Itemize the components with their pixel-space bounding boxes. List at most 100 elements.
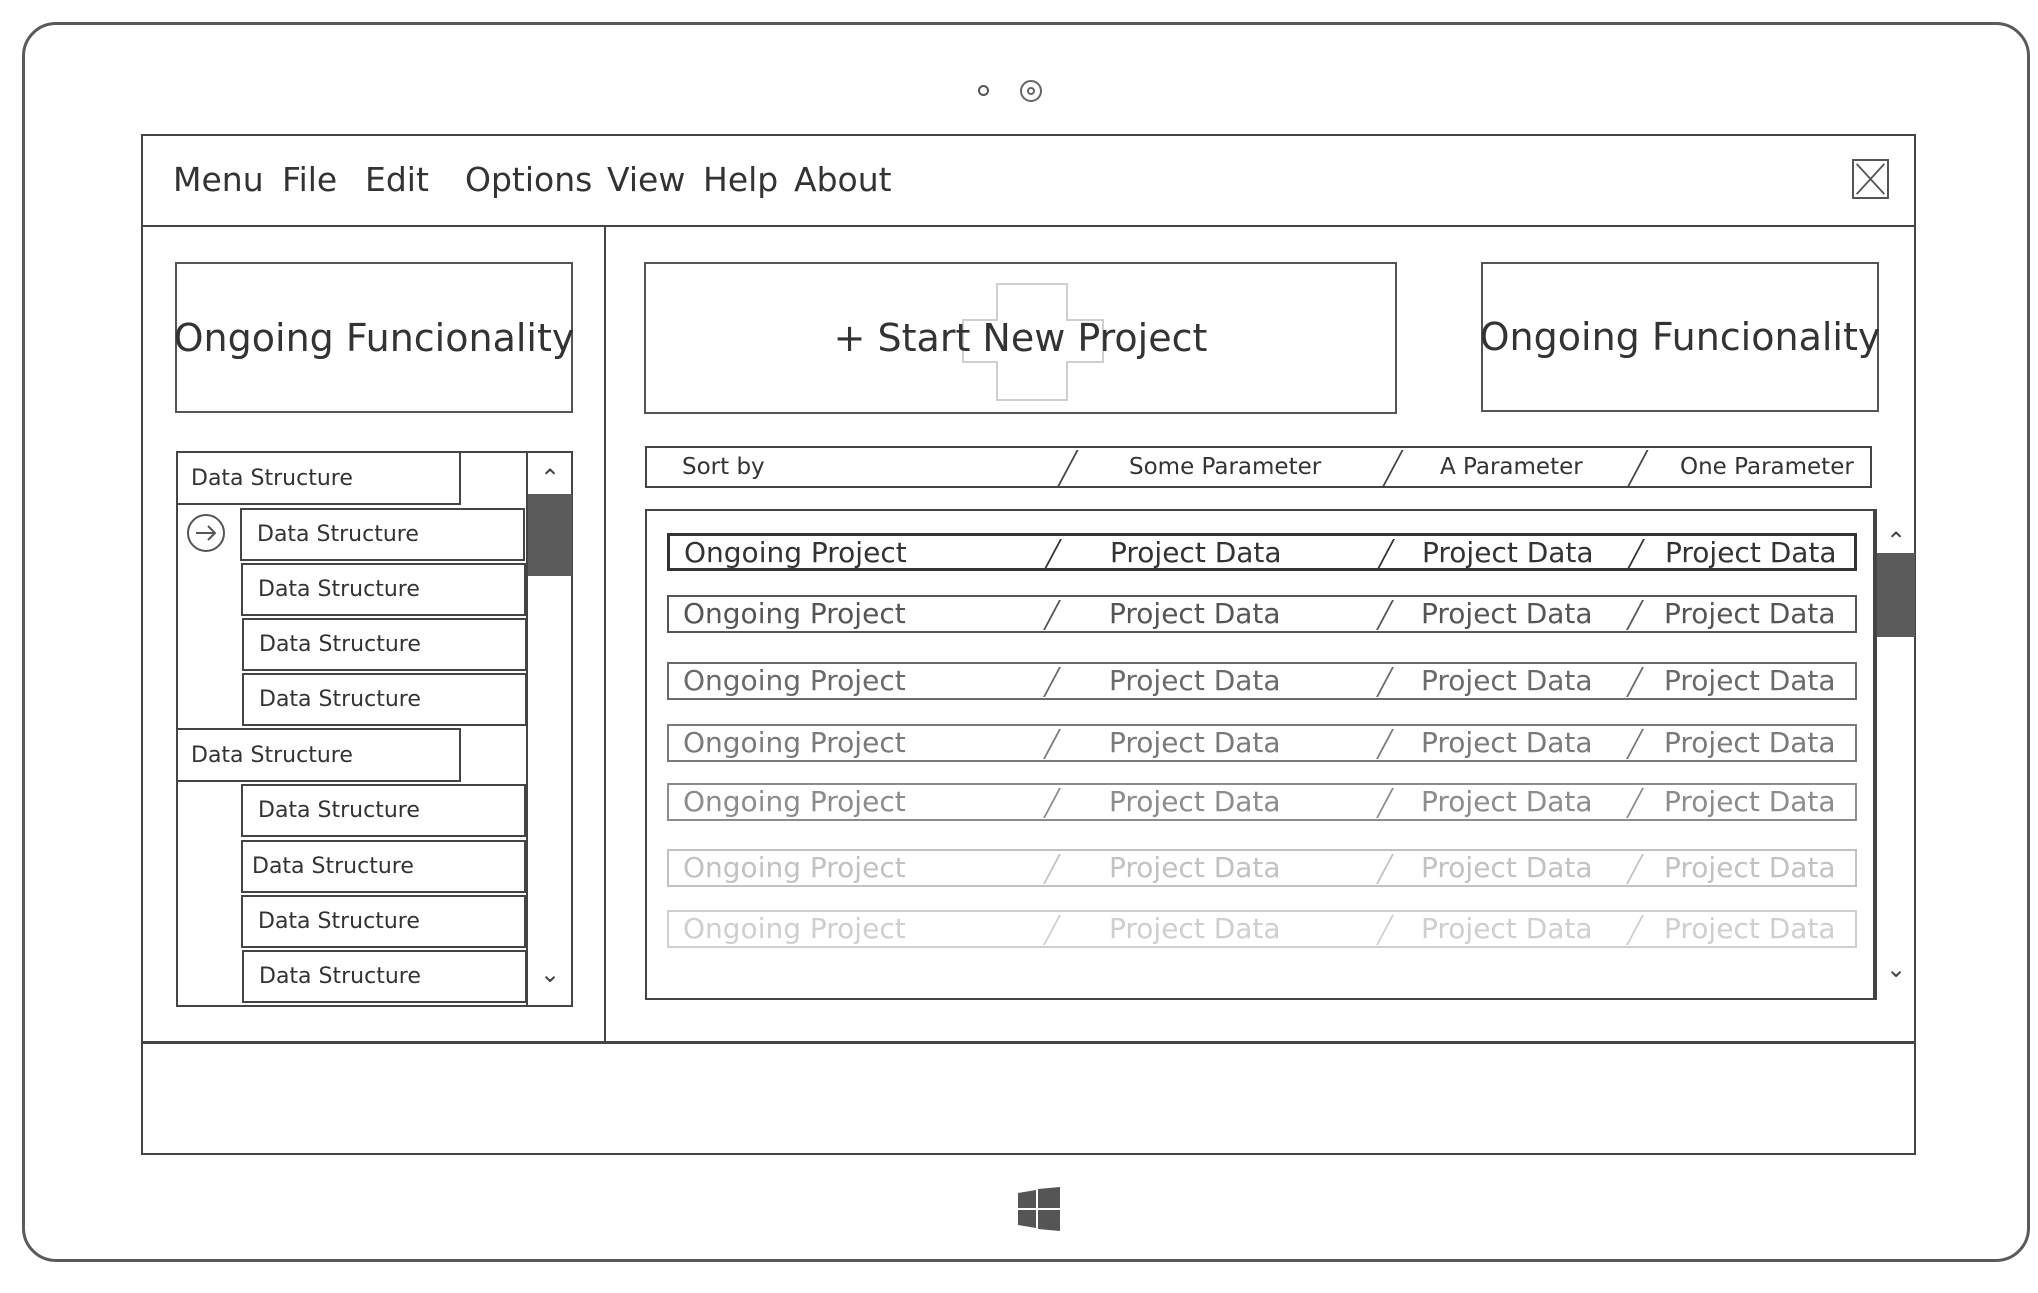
menu-item-about[interactable]: About (794, 150, 892, 210)
column-separator (1626, 788, 1644, 818)
column-separator (1043, 788, 1061, 818)
column-separator (1376, 600, 1394, 630)
right-ongoing-functionality-button[interactable]: Ongoing Funcionality (1479, 262, 1881, 412)
column-separator (1626, 729, 1644, 759)
project-data-cell: Project Data (1422, 536, 1594, 569)
column-separator (1043, 667, 1061, 697)
tree-child-item[interactable]: Data Structure (242, 618, 527, 671)
menu-item-view[interactable]: View (607, 150, 685, 210)
scroll-up-icon[interactable]: ⌃ (1877, 527, 1915, 555)
sort-option[interactable]: Some Parameter (1129, 448, 1321, 486)
tree-group-parent[interactable]: Data Structure (176, 451, 461, 505)
start-new-project-label: + Start New Project (833, 316, 1208, 360)
left-ongoing-functionality-button[interactable]: Ongoing Funcionality (173, 262, 575, 413)
project-data-cell: Project Data (1421, 912, 1593, 945)
project-data-cell: Project Data (1109, 597, 1281, 630)
project-data-cell: Project Data (1421, 597, 1593, 630)
project-data-cell: Project Data (1421, 664, 1593, 697)
column-separator (1626, 667, 1644, 697)
sort-separator (1627, 450, 1649, 486)
sort-option[interactable]: One Parameter (1680, 448, 1854, 486)
project-data-cell: Project Data (1664, 785, 1836, 818)
column-separator (1043, 729, 1061, 759)
scroll-up-icon[interactable]: ⌃ (528, 464, 572, 494)
project-data-cell: Project Data (1421, 785, 1593, 818)
project-name: Ongoing Project (683, 726, 906, 759)
project-data-cell: Project Data (1109, 851, 1281, 884)
tree-child-item[interactable]: Data Structure (240, 508, 525, 561)
project-data-cell: Project Data (1664, 597, 1836, 630)
project-row[interactable]: Ongoing Project Project Data Project Data P… (667, 595, 1857, 633)
project-data-cell: Project Data (1421, 851, 1593, 884)
arrow-right-circle-icon[interactable] (185, 512, 227, 554)
project-data-cell: Project Data (1664, 726, 1836, 759)
project-name: Ongoing Project (684, 536, 907, 569)
tree-child-item[interactable]: Data Structure (242, 673, 527, 726)
project-data-cell: Project Data (1109, 664, 1281, 697)
tree-child-item[interactable]: Data Structure (241, 563, 526, 616)
project-name: Ongoing Project (683, 785, 906, 818)
project-name: Ongoing Project (683, 664, 906, 697)
close-button[interactable] (1852, 159, 1889, 199)
right-ongoing-functionality-label: Ongoing Funcionality (1479, 315, 1881, 359)
project-row[interactable]: Ongoing Project Project Data Project Data P… (667, 533, 1857, 571)
project-data-cell: Project Data (1665, 536, 1837, 569)
scroll-down-icon[interactable]: ⌄ (1877, 955, 1915, 983)
project-name: Ongoing Project (683, 912, 906, 945)
column-separator (1044, 539, 1062, 569)
project-row[interactable]: Ongoing Project Project Data Project Data P… (667, 724, 1857, 762)
tree-child-item[interactable]: Data Structure (241, 895, 526, 948)
column-separator (1626, 854, 1644, 884)
menu-item-help[interactable]: Help (703, 150, 778, 210)
menu-item-menu[interactable]: Menu (173, 150, 264, 210)
sort-option[interactable]: A Parameter (1440, 448, 1583, 486)
project-data-cell: Project Data (1109, 726, 1281, 759)
menu-item-options[interactable]: Options (465, 150, 592, 210)
tree-child-item[interactable]: Data Structure (241, 784, 526, 837)
windows-logo-icon[interactable] (1018, 1187, 1060, 1231)
menu-item-file[interactable]: File (282, 150, 337, 210)
start-new-project-button[interactable]: + Start New Project (644, 262, 1397, 414)
tree-group-parent[interactable]: Data Structure (176, 728, 461, 782)
scroll-down-icon[interactable]: ⌄ (528, 960, 572, 990)
project-data-cell: Project Data (1664, 851, 1836, 884)
column-separator (1376, 729, 1394, 759)
menu-item-edit[interactable]: Edit (365, 150, 429, 210)
column-separator (1043, 854, 1061, 884)
sort-separator (1057, 450, 1079, 486)
sort-separator (1382, 450, 1404, 486)
sort-by-label: Sort by (682, 454, 765, 480)
column-separator (1626, 915, 1644, 945)
column-separator (1376, 667, 1394, 697)
tree-child-item[interactable]: Data Structure (241, 840, 526, 893)
column-separator (1377, 539, 1395, 569)
column-separator (1376, 854, 1394, 884)
project-data-cell: Project Data (1664, 912, 1836, 945)
column-separator (1043, 600, 1061, 630)
camera-lens-icon (1020, 80, 1042, 102)
sort-bar: Sort by Some Parameter A Parameter One P… (645, 446, 1872, 488)
project-name: Ongoing Project (683, 597, 906, 630)
project-row[interactable]: Ongoing Project Project Data Project Data P… (667, 662, 1857, 700)
camera-sensor-icon (978, 85, 989, 96)
project-data-cell: Project Data (1109, 785, 1281, 818)
project-row[interactable]: Ongoing Project Project Data Project Data P… (667, 783, 1857, 821)
left-ongoing-functionality-label: Ongoing Funcionality (173, 315, 575, 360)
tree-child-item[interactable]: Data Structure (242, 950, 527, 1003)
project-data-cell: Project Data (1664, 664, 1836, 697)
project-data-cell: Project Data (1110, 536, 1282, 569)
project-name: Ongoing Project (683, 851, 906, 884)
column-separator (1626, 600, 1644, 630)
column-separator (1043, 915, 1061, 945)
project-scroll-thumb[interactable] (1877, 553, 1915, 637)
footer-divider (141, 1041, 1916, 1044)
column-separator (1376, 788, 1394, 818)
tree-scroll-thumb[interactable] (528, 494, 572, 576)
panel-divider (604, 227, 606, 1042)
column-separator (1627, 539, 1645, 569)
project-row[interactable]: Ongoing Project Project Data Project Data P… (667, 910, 1857, 948)
column-separator (1376, 915, 1394, 945)
project-data-cell: Project Data (1421, 726, 1593, 759)
project-row[interactable]: Ongoing Project Project Data Project Data P… (667, 849, 1857, 887)
close-icon (1856, 163, 1885, 195)
